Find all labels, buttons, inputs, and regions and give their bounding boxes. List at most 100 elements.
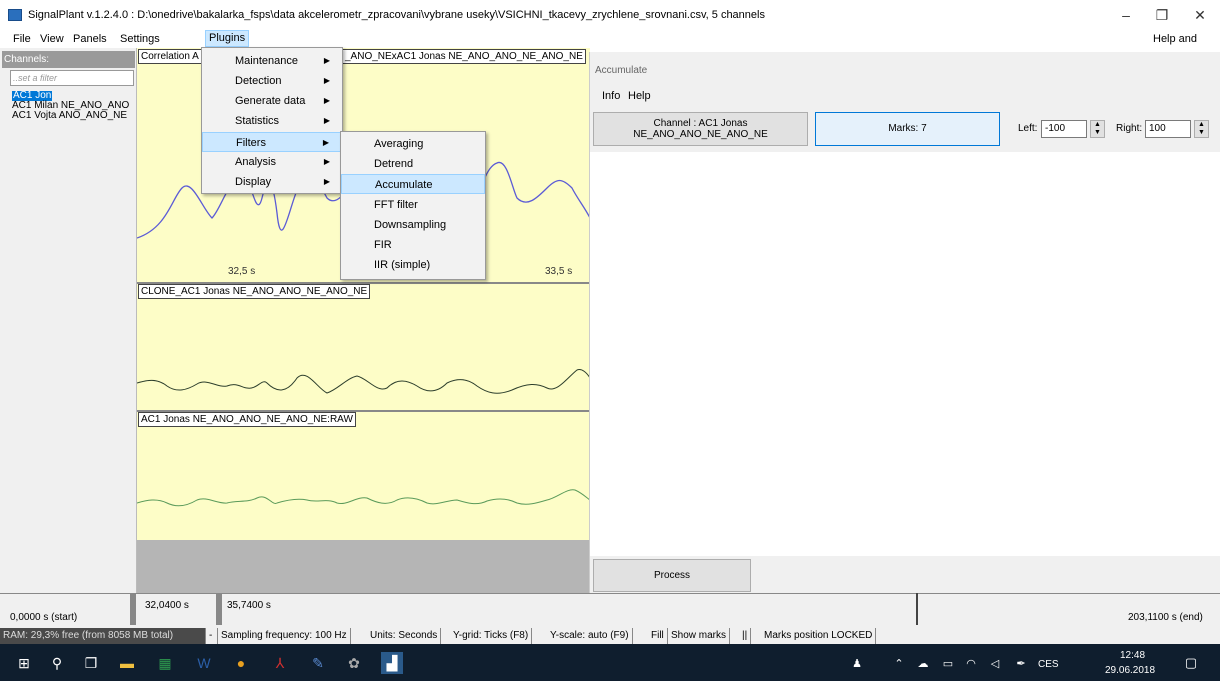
- accumulate-window: Accumulate Info Help Channel : AC1 Jonas…: [589, 52, 1220, 598]
- clock-time[interactable]: 12:48: [1120, 650, 1145, 661]
- file-explorer-icon[interactable]: ▬: [116, 652, 138, 674]
- signalplant-taskbar-icon[interactable]: ▟: [381, 652, 403, 674]
- units-toggle[interactable]: Units: Seconds: [367, 628, 442, 644]
- channel-filter-input[interactable]: ..set a filter: [10, 70, 134, 86]
- menu-file[interactable]: File: [10, 30, 34, 48]
- right-label: Right:: [1116, 123, 1143, 134]
- task-view-icon[interactable]: ❐: [80, 652, 102, 674]
- notes-icon[interactable]: ✎: [307, 652, 329, 674]
- sampling-frequency: Sampling frequency: 100 Hz: [218, 628, 351, 644]
- onedrive-icon[interactable]: ☁: [912, 652, 934, 674]
- menu-item-averaging[interactable]: Averaging: [341, 134, 485, 154]
- signal-trace-green: [137, 489, 590, 507]
- menu-item-fft-filter[interactable]: FFT filter: [341, 195, 485, 215]
- timeline-left-mark: 32,0400 s: [145, 600, 189, 611]
- status-separator: -: [206, 628, 218, 644]
- fill-toggle[interactable]: Fill: [648, 628, 668, 644]
- close-button[interactable]: ✕: [1180, 0, 1220, 30]
- right-spinner-arrows-icon[interactable]: ▲ ▼: [1194, 120, 1209, 138]
- menu-view[interactable]: View: [37, 30, 67, 48]
- timeline-right-mark: 35,7400 s: [227, 600, 271, 611]
- panel1-label-continued: _ANO_NExAC1 Jonas NE_ANO_ANO_NE_ANO_NE: [342, 49, 586, 64]
- panel1-label: Correlation A: [138, 49, 202, 64]
- panel2-label: CLONE_AC1 Jonas NE_ANO_ANO_NE_ANO_NE: [138, 284, 371, 299]
- wifi-icon[interactable]: ◠: [960, 652, 982, 674]
- accumulate-title: Accumulate: [595, 65, 648, 76]
- acrobat-icon[interactable]: ⅄: [269, 652, 291, 674]
- menu-item-display[interactable]: Display ▶: [202, 172, 342, 192]
- menu-item-filters[interactable]: Filters ▶: [202, 132, 342, 152]
- marks-button[interactable]: Marks: 7: [815, 112, 1000, 146]
- chrome-icon[interactable]: ●: [230, 652, 252, 674]
- notifications-icon[interactable]: ▢: [1180, 652, 1202, 674]
- accumulate-menu-info[interactable]: Info: [602, 90, 620, 102]
- time-tick-label: 33,5 s: [545, 266, 573, 277]
- menu-item-statistics[interactable]: Statistics ▶: [202, 111, 342, 131]
- clock-date[interactable]: 29.06.2018: [1105, 665, 1155, 676]
- submenu-arrow-icon: ▶: [323, 116, 330, 125]
- title-bar: SignalPlant v.1.2.4.0 : D:\onedrive\baka…: [0, 0, 1220, 30]
- ygrid-toggle[interactable]: Y-grid: Ticks (F8): [450, 628, 533, 644]
- marks-locked-toggle[interactable]: Marks position LOCKED: [761, 628, 877, 644]
- menu-item-fir[interactable]: FIR: [341, 235, 485, 255]
- time-tick-label: 32,5 s: [228, 266, 256, 277]
- panel3-label: AC1 Jonas NE_ANO_ANO_NE_ANO_NE:RAW: [138, 412, 356, 427]
- empty-plot-region: [137, 540, 590, 593]
- menu-item-downsampling[interactable]: Downsampling: [341, 215, 485, 235]
- volume-icon[interactable]: ◁: [984, 652, 1006, 674]
- paint-icon[interactable]: ✿: [343, 652, 365, 674]
- menu-settings[interactable]: Settings: [117, 30, 163, 48]
- pen-icon[interactable]: ✒: [1010, 652, 1032, 674]
- channel-item[interactable]: AC1 Vojta ANO_ANO_NE: [12, 111, 127, 121]
- ram-status: RAM: 29,3% free (from 8058 MB total): [0, 628, 206, 644]
- submenu-arrow-icon: ▶: [323, 76, 330, 85]
- status-pipes: ||: [739, 628, 752, 644]
- timeline-right-handle[interactable]: [216, 593, 222, 625]
- menu-item-analysis[interactable]: Analysis ▶: [202, 152, 342, 172]
- submenu-arrow-icon: ▶: [323, 157, 330, 166]
- timeline-left-handle[interactable]: [130, 593, 136, 625]
- windows-start-icon[interactable]: ⊞: [13, 652, 35, 674]
- excel-icon[interactable]: ▦: [154, 652, 176, 674]
- submenu-arrow-icon: ▶: [323, 56, 330, 65]
- right-spinner-input[interactable]: 100: [1145, 120, 1191, 138]
- windows-taskbar: [0, 644, 1220, 681]
- menu-item-generate-data[interactable]: Generate data ▶: [202, 91, 342, 111]
- accumulate-output-area: [590, 152, 1220, 556]
- menu-plugins[interactable]: Plugins: [205, 30, 250, 47]
- timeline-divider: [916, 593, 918, 625]
- app-icon: [8, 9, 22, 21]
- tray-expand-icon[interactable]: ⌃: [888, 652, 910, 674]
- menu-item-iir-simple[interactable]: IIR (simple): [341, 255, 485, 275]
- submenu-arrow-icon: ▶: [322, 138, 329, 147]
- timeline-end: 203,1100 s (end): [1128, 612, 1203, 623]
- left-spinner-input[interactable]: -100: [1041, 120, 1087, 138]
- menu-item-detrend[interactable]: Detrend: [341, 154, 485, 174]
- menu-item-detection[interactable]: Detection ▶: [202, 71, 342, 91]
- yscale-toggle[interactable]: Y-scale: auto (F9): [547, 628, 633, 644]
- signal-trace-dark: [137, 369, 590, 394]
- menu-help[interactable]: Help and info: [1150, 30, 1220, 63]
- menu-panels[interactable]: Panels: [70, 30, 110, 48]
- language-indicator[interactable]: CES: [1038, 659, 1059, 670]
- minimize-button[interactable]: –: [1106, 0, 1146, 30]
- restore-button[interactable]: ❐: [1142, 0, 1182, 30]
- process-button[interactable]: Process: [593, 559, 751, 592]
- menu-item-accumulate[interactable]: Accumulate: [341, 174, 485, 194]
- accumulate-menu-help[interactable]: Help: [628, 90, 651, 102]
- battery-icon[interactable]: ▭: [937, 652, 959, 674]
- channels-header: Channels:: [2, 51, 135, 68]
- submenu-arrow-icon: ▶: [323, 177, 330, 186]
- people-icon[interactable]: ♟: [846, 652, 868, 674]
- channels-sidebar: Channels: ..set a filter AC1 Jon AC1 Mil…: [0, 48, 137, 608]
- filters-submenu: Averaging Detrend Accumulate FFT filter …: [340, 131, 486, 280]
- left-spinner-arrows-icon[interactable]: ▲ ▼: [1090, 120, 1105, 138]
- menu-bar: [0, 30, 1220, 48]
- search-icon[interactable]: ⚲: [46, 652, 68, 674]
- timeline-start: 0,0000 s (start): [10, 612, 78, 623]
- show-marks-toggle[interactable]: Show marks: [668, 628, 731, 644]
- word-icon[interactable]: W: [193, 652, 215, 674]
- window-title: SignalPlant v.1.2.4.0 : D:\onedrive\baka…: [28, 9, 765, 21]
- menu-item-maintenance[interactable]: Maintenance ▶: [202, 51, 342, 71]
- channel-button[interactable]: Channel : AC1 Jonas NE_ANO_ANO_NE_ANO_NE: [593, 112, 808, 146]
